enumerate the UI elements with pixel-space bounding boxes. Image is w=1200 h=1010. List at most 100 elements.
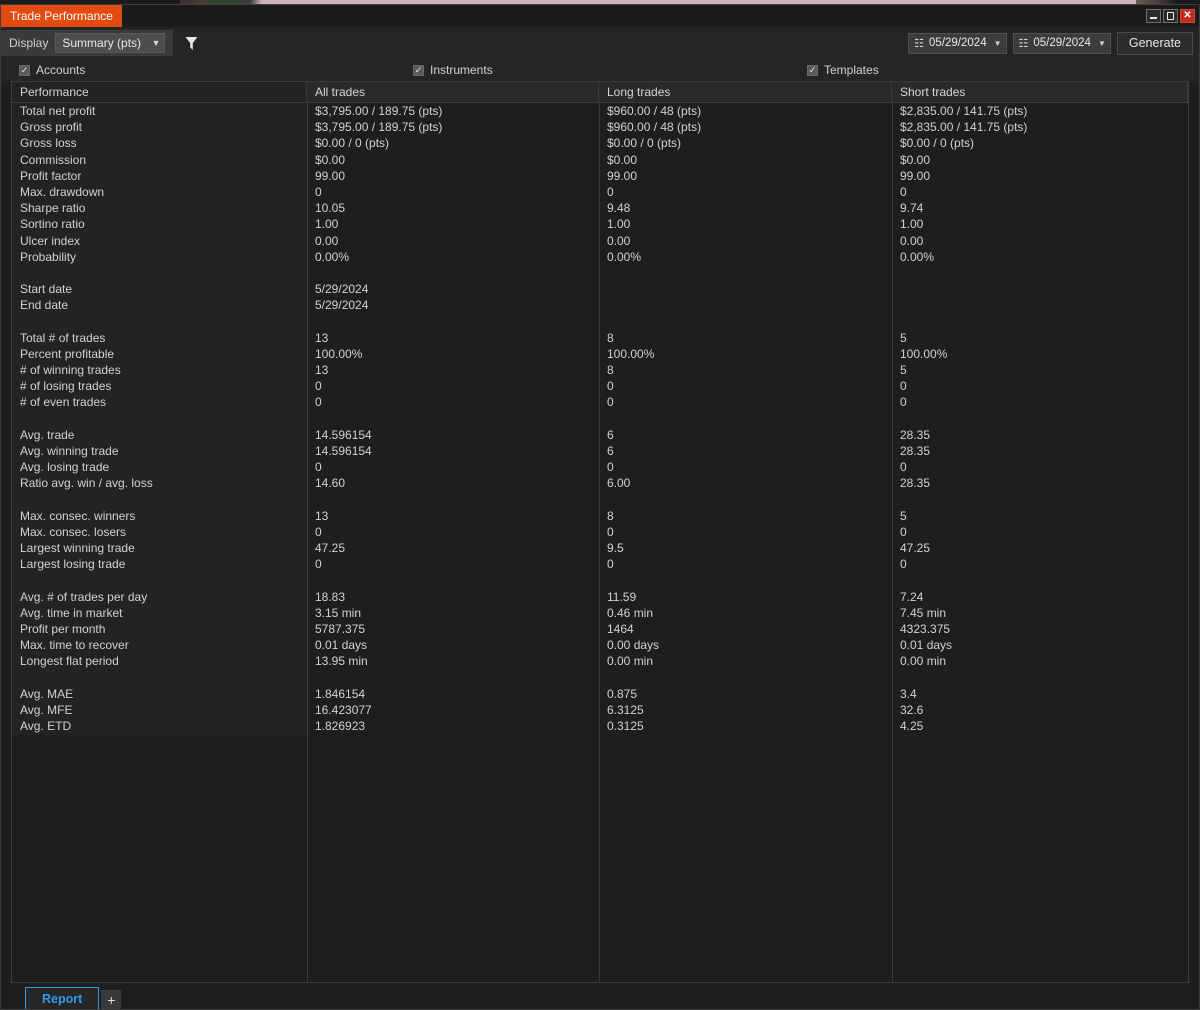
row-value-short: 32.6 — [900, 703, 924, 718]
row-value-short: 0.00 — [900, 233, 924, 248]
table-row[interactable]: # of winning trades 13 8 5 — [12, 362, 1188, 379]
row-value-long — [599, 572, 892, 588]
table-row[interactable]: Avg. winning trade 14.596154 6 28.35 — [12, 442, 1188, 460]
table-row[interactable]: Avg. MAE 1.846154 0.875 3.4 — [12, 685, 1188, 702]
checkbox-instruments[interactable]: ✓ Instruments — [413, 63, 493, 77]
table-row[interactable]: Avg. time in market 3.15 min 0.46 min 7.45 … — [12, 604, 1188, 621]
table-row[interactable]: Sharpe ratio 10.05 9.48 9.74 — [12, 200, 1188, 217]
table-row[interactable]: End date 5/29/2024 — [12, 297, 1188, 314]
row-value-long: $0.00 — [607, 152, 638, 167]
row-value-short: 0.00 min — [900, 654, 947, 669]
row-value-short: 28.35 — [900, 427, 931, 442]
display-mode-select[interactable]: Summary (pts) ▼ — [55, 33, 166, 53]
row-value-all: 13.95 min — [315, 654, 368, 669]
check-tick-icon: ✓ — [20, 64, 29, 75]
table-row[interactable]: Gross profit $3,795.00 / 189.75 (pts) $960… — [12, 119, 1188, 136]
end-date-picker[interactable]: ☷ 05/29/2024 ▼ — [1012, 32, 1111, 54]
table-row[interactable]: Total net profit $3,795.00 / 189.75 (pts)… — [12, 103, 1188, 120]
grid-spacer-row — [12, 313, 1188, 330]
table-row[interactable]: Avg. MFE 16.423077 6.3125 32.6 — [12, 701, 1188, 719]
row-value-long: 0 — [607, 557, 614, 572]
checkbox-accounts-label: Accounts — [36, 63, 86, 77]
minimize-button[interactable] — [1146, 9, 1161, 23]
tab-report[interactable]: Report — [25, 987, 100, 1009]
start-date-picker[interactable]: ☷ 05/29/2024 ▼ — [908, 32, 1007, 54]
table-row[interactable]: Max. drawdown 0 0 0 — [12, 183, 1188, 201]
row-value-long — [599, 281, 892, 297]
row-label: Max. consec. winners — [12, 507, 307, 524]
table-row[interactable]: Largest losing trade 0 0 0 — [12, 556, 1188, 573]
filter-funnel-icon[interactable] — [185, 36, 198, 51]
row-label: Total net profit — [12, 103, 307, 120]
row-value-all: 0 — [315, 524, 322, 539]
row-value-long: 8 — [607, 363, 614, 378]
row-value-long: 9.48 — [607, 201, 631, 216]
start-date-value: 05/29/2024 — [929, 37, 987, 49]
column-header-performance[interactable]: Performance — [12, 82, 307, 102]
toolbar: Display Summary (pts) ▼ ☷ 05/29/2024 ▼ ☷ — [1, 27, 1199, 59]
table-row[interactable]: Commission $0.00 $0.00 $0.00 — [12, 151, 1188, 168]
generate-button[interactable]: Generate — [1116, 31, 1193, 55]
check-tick-icon: ✓ — [414, 64, 423, 75]
close-button[interactable]: ✕ — [1180, 9, 1195, 23]
checkbox-templates-label: Templates — [824, 63, 879, 77]
row-value-all: 0.00% — [315, 249, 350, 264]
table-row[interactable]: Ulcer index 0.00 0.00 0.00 — [12, 232, 1188, 249]
row-label: Largest winning trade — [12, 540, 307, 557]
table-row[interactable]: Percent profitable 100.00% 100.00% 100.00% — [12, 345, 1188, 362]
row-value-long: $960.00 / 48 (pts) — [607, 120, 702, 135]
table-row[interactable]: Avg. ETD 1.826923 0.3125 4.25 — [12, 718, 1188, 735]
row-value-short — [892, 313, 1188, 329]
table-row[interactable]: Profit per month 5787.375 1464 4323.375 — [12, 621, 1188, 638]
checkbox-accounts[interactable]: ✓ Accounts — [19, 63, 85, 77]
row-value-all: 13 — [315, 508, 329, 523]
row-label: Total # of trades — [12, 329, 307, 346]
column-header-short-trades[interactable]: Short trades — [892, 82, 1188, 102]
checkbox-templates[interactable]: ✓ Templates — [807, 63, 879, 77]
checkbox-icon: ✓ — [807, 64, 818, 76]
row-label: Avg. time in market — [12, 604, 307, 621]
row-label — [12, 264, 307, 282]
checkbox-icon: ✓ — [413, 64, 424, 76]
table-row[interactable]: Probability 0.00% 0.00% 0.00% — [12, 248, 1188, 265]
row-value-short — [892, 670, 1188, 686]
table-row[interactable]: Max. consec. winners 13 8 5 — [12, 507, 1188, 524]
row-value-all: 100.00% — [315, 346, 363, 361]
column-header-all-trades[interactable]: All trades — [307, 82, 599, 102]
row-value-all: 1.846154 — [315, 686, 366, 701]
add-tab-button[interactable]: + — [101, 990, 122, 1009]
table-row[interactable]: Total # of trades 13 8 5 — [12, 329, 1188, 346]
row-value-all: 18.83 — [315, 589, 346, 604]
table-row[interactable]: Gross loss $0.00 / 0 (pts) $0.00 / 0 (pts)… — [12, 135, 1188, 152]
table-row[interactable]: Avg. # of trades per day 18.83 11.59 7.24 — [12, 588, 1188, 605]
table-row[interactable]: Max. consec. losers 0 0 0 — [12, 523, 1188, 541]
table-row[interactable]: Sortino ratio 1.00 1.00 1.00 — [12, 216, 1188, 233]
table-row[interactable]: Avg. trade 14.596154 6 28.35 — [12, 426, 1188, 443]
row-label: Avg. trade — [12, 426, 307, 443]
table-row[interactable]: Ratio avg. win / avg. loss 14.60 6.00 28.35 — [12, 475, 1188, 492]
row-value-all — [307, 265, 599, 281]
table-row[interactable]: Longest flat period 13.95 min 0.00 min 0.00… — [12, 653, 1188, 670]
table-row[interactable]: Max. time to recover 0.01 days 0.00 days 0.… — [12, 637, 1188, 654]
row-label: Percent profitable — [12, 345, 307, 362]
row-value-long: 0.46 min — [607, 605, 654, 620]
row-label: End date — [12, 297, 307, 314]
maximize-button[interactable] — [1163, 9, 1178, 23]
table-row[interactable]: Avg. losing trade 0 0 0 — [12, 459, 1188, 476]
row-value-all: 0 — [315, 395, 322, 410]
table-row[interactable]: Largest winning trade 47.25 9.5 47.25 — [12, 540, 1188, 557]
column-header-long-trades[interactable]: Long trades — [599, 82, 892, 102]
table-row[interactable]: # of losing trades 0 0 0 — [12, 378, 1188, 395]
table-row[interactable]: # of even trades 0 0 0 — [12, 394, 1188, 411]
table-row[interactable]: Profit factor 99.00 99.00 99.00 — [12, 167, 1188, 184]
row-label — [12, 491, 307, 508]
row-value-all — [307, 492, 599, 508]
chevron-down-icon: ▼ — [151, 38, 161, 48]
bottom-tab-bar: Report + — [1, 983, 1199, 1009]
table-row[interactable]: Start date 5/29/2024 — [12, 281, 1188, 298]
toolbar-left-group: Display Summary (pts) ▼ — [1, 30, 198, 56]
row-value-all: 14.596154 — [315, 427, 372, 442]
row-value-short: 47.25 — [900, 541, 931, 556]
grid-spacer-row — [12, 491, 1188, 508]
row-label: Avg. # of trades per day — [12, 588, 307, 605]
